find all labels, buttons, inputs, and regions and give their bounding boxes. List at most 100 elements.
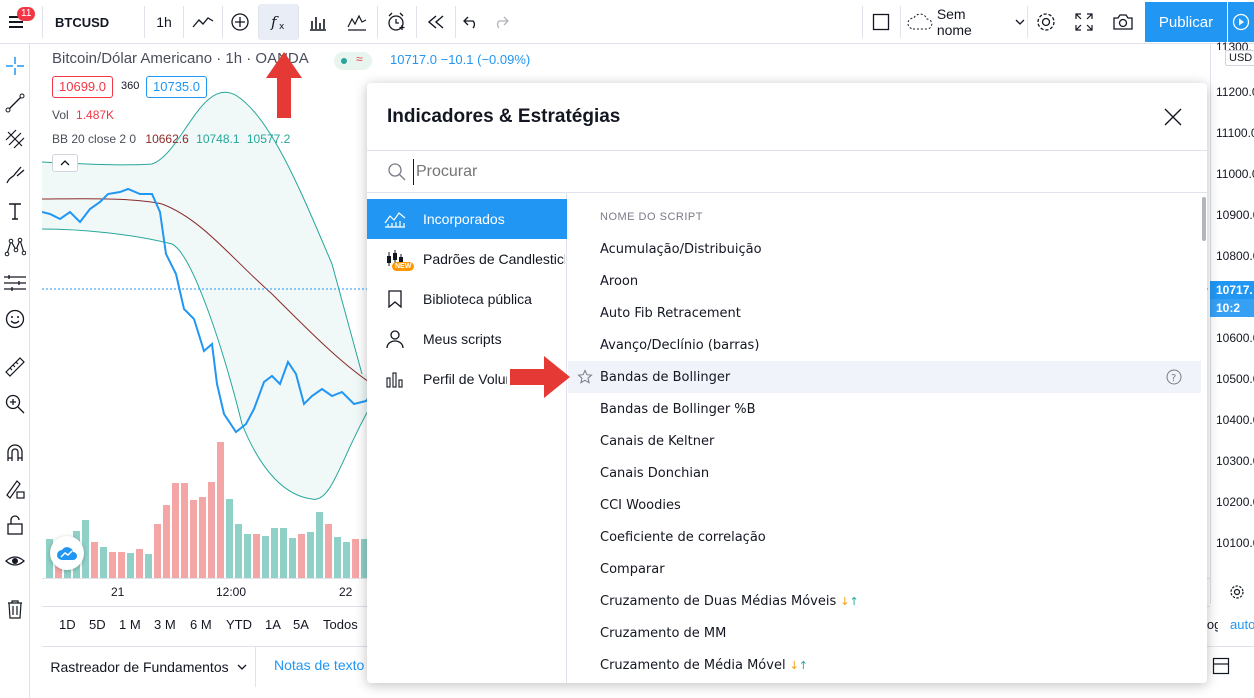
price-scale[interactable]: 11300. USD 11200.0 11100.0 11000.0 10900…	[1210, 42, 1254, 604]
drawing-toolbar	[0, 44, 30, 698]
remove-drawings-tool[interactable]	[2, 596, 28, 622]
tab-notes[interactable]: Notas de texto	[274, 657, 364, 673]
smiley-icon	[5, 309, 25, 329]
list-item[interactable]: Aroon	[568, 265, 1201, 297]
range-6m[interactable]: 6 M	[190, 617, 212, 632]
text-tool[interactable]	[2, 198, 28, 224]
list-item-highlighted[interactable]: Bandas de Bollinger ?	[568, 361, 1201, 393]
list-scrollbar[interactable]	[1202, 197, 1206, 241]
templates-button[interactable]	[338, 4, 376, 40]
indicators-button[interactable]: fx	[259, 4, 298, 40]
chart-settings-button[interactable]	[1229, 584, 1249, 604]
undo-button[interactable]	[456, 4, 486, 40]
list-item[interactable]: Acumulação/Distribuição	[568, 233, 1201, 265]
tradingview-logo-button[interactable]	[50, 536, 84, 570]
pattern-tool[interactable]	[2, 234, 28, 260]
indicators-fx-icon: fx	[270, 13, 285, 32]
search-icon	[388, 163, 406, 181]
dialog-close-button[interactable]	[1161, 105, 1185, 129]
alert-button[interactable]	[378, 4, 416, 40]
sidebar-item-public-library[interactable]: Biblioteca pública	[367, 279, 567, 319]
range-1d[interactable]: 1D	[59, 617, 76, 632]
pitchfork-tool[interactable]	[2, 126, 28, 152]
sidebar-item-my-scripts[interactable]: Meus scripts	[367, 319, 567, 359]
list-item-label: Acumulação/Distribuição	[600, 241, 762, 257]
menu-button[interactable]: 11	[0, 4, 36, 40]
chevron-down-icon	[1015, 19, 1025, 25]
price-label: 10100.0	[1216, 536, 1254, 550]
bid-price: 10699.0	[59, 79, 106, 94]
range-5y[interactable]: 5A	[293, 617, 309, 632]
symbol-search-button[interactable]: BTCUSD	[46, 4, 142, 40]
settings-button[interactable]	[1028, 4, 1064, 40]
list-item-label: Coeficiente de correlação	[600, 529, 766, 545]
replay-button[interactable]	[417, 4, 455, 40]
range-all[interactable]: Todos	[323, 617, 358, 632]
search-input[interactable]	[413, 159, 1173, 185]
dialog-header: Indicadores & Estratégias	[367, 83, 1207, 151]
time-label: 21	[111, 585, 125, 599]
range-3m[interactable]: 3 M	[154, 617, 176, 632]
list-item[interactable]: Comparar	[568, 553, 1201, 585]
candlestick-icon: NEW	[367, 248, 423, 271]
range-1m[interactable]: 1 M	[119, 617, 141, 632]
magnet-tool[interactable]	[2, 440, 28, 466]
volume-value: 1.487K	[76, 108, 115, 122]
range-1y[interactable]: 1A	[265, 617, 281, 632]
save-layout-button[interactable]: Sem nome	[902, 4, 1026, 40]
price-label: 10600.0	[1216, 331, 1254, 345]
chart-type-button[interactable]	[184, 4, 222, 40]
bid-box[interactable]: 10699.0	[52, 76, 113, 98]
price-label: 11000.0	[1216, 167, 1254, 181]
zoom-tool[interactable]	[2, 391, 28, 417]
tradingview-logo-icon	[57, 547, 77, 560]
list-item[interactable]: CCI Woodies	[568, 489, 1201, 521]
sidebar-item-builtin[interactable]: Incorporados	[367, 199, 567, 239]
measure-tool[interactable]	[2, 354, 28, 380]
visibility-tool[interactable]	[2, 548, 28, 574]
publish-button[interactable]: Publicar	[1145, 2, 1227, 42]
play-button[interactable]	[1228, 2, 1254, 42]
legend-collapse-button[interactable]	[52, 154, 78, 172]
list-item[interactable]: Avanço/Declínio (barras)	[568, 329, 1201, 361]
prediction-tool[interactable]	[2, 270, 28, 296]
crosshair-icon	[6, 57, 24, 75]
list-item[interactable]: Cruzamento de Média Móvel ↓↑	[568, 649, 1201, 681]
list-item[interactable]: Auto Fib Retracement	[568, 297, 1201, 329]
list-item[interactable]: Canais Donchian	[568, 457, 1201, 489]
range-5d[interactable]: 5D	[89, 617, 106, 632]
bb-label[interactable]: BB 20 close 2 0	[52, 132, 136, 146]
interval-button[interactable]: 1h	[146, 4, 182, 40]
financials-button[interactable]	[299, 4, 337, 40]
redo-button[interactable]	[486, 4, 516, 40]
list-item[interactable]: Cruzamento de Duas Médias Móveis ↓↑	[568, 585, 1201, 617]
screenshot-button[interactable]	[1104, 4, 1142, 40]
sidebar-item-candlestick-patterns[interactable]: NEW Padrões de Candlesticks	[367, 239, 567, 279]
crosshair-tool[interactable]	[2, 53, 28, 79]
range-ytd[interactable]: YTD	[226, 617, 252, 632]
list-item[interactable]: Cruzamento de MM	[568, 617, 1201, 649]
layout-button[interactable]	[864, 4, 898, 40]
current-price-label: 10717.	[1210, 281, 1254, 299]
stay-drawing-tool[interactable]	[2, 476, 28, 502]
compare-button[interactable]	[222, 4, 258, 40]
market-open-dot	[341, 58, 347, 64]
list-item[interactable]: Canais de Keltner	[568, 425, 1201, 457]
lock-tool[interactable]	[2, 512, 28, 538]
brush-tool[interactable]	[2, 162, 28, 188]
fullscreen-button[interactable]	[1066, 4, 1102, 40]
list-item-label: Bandas de Bollinger	[600, 369, 731, 385]
list-item[interactable]: Bandas de Bollinger %B	[568, 393, 1201, 425]
star-icon[interactable]	[577, 369, 593, 385]
auto-scale-toggle[interactable]: auto	[1230, 617, 1254, 632]
trend-line-tool[interactable]	[2, 90, 28, 116]
tab-notes-label: Notas de texto	[274, 657, 365, 673]
tab-screener[interactable]: Rastreador de Fundamentos	[42, 647, 256, 687]
price-label: 10400.0	[1216, 413, 1254, 427]
strategy-arrows-icon: ↓↑	[789, 658, 809, 672]
emoji-tool[interactable]	[2, 306, 28, 332]
panel-maximize-button[interactable]	[1212, 657, 1232, 677]
help-icon[interactable]: ?	[1166, 369, 1182, 385]
ask-box[interactable]: 10735.0	[146, 76, 207, 98]
list-item[interactable]: Coeficiente de correlação	[568, 521, 1201, 553]
